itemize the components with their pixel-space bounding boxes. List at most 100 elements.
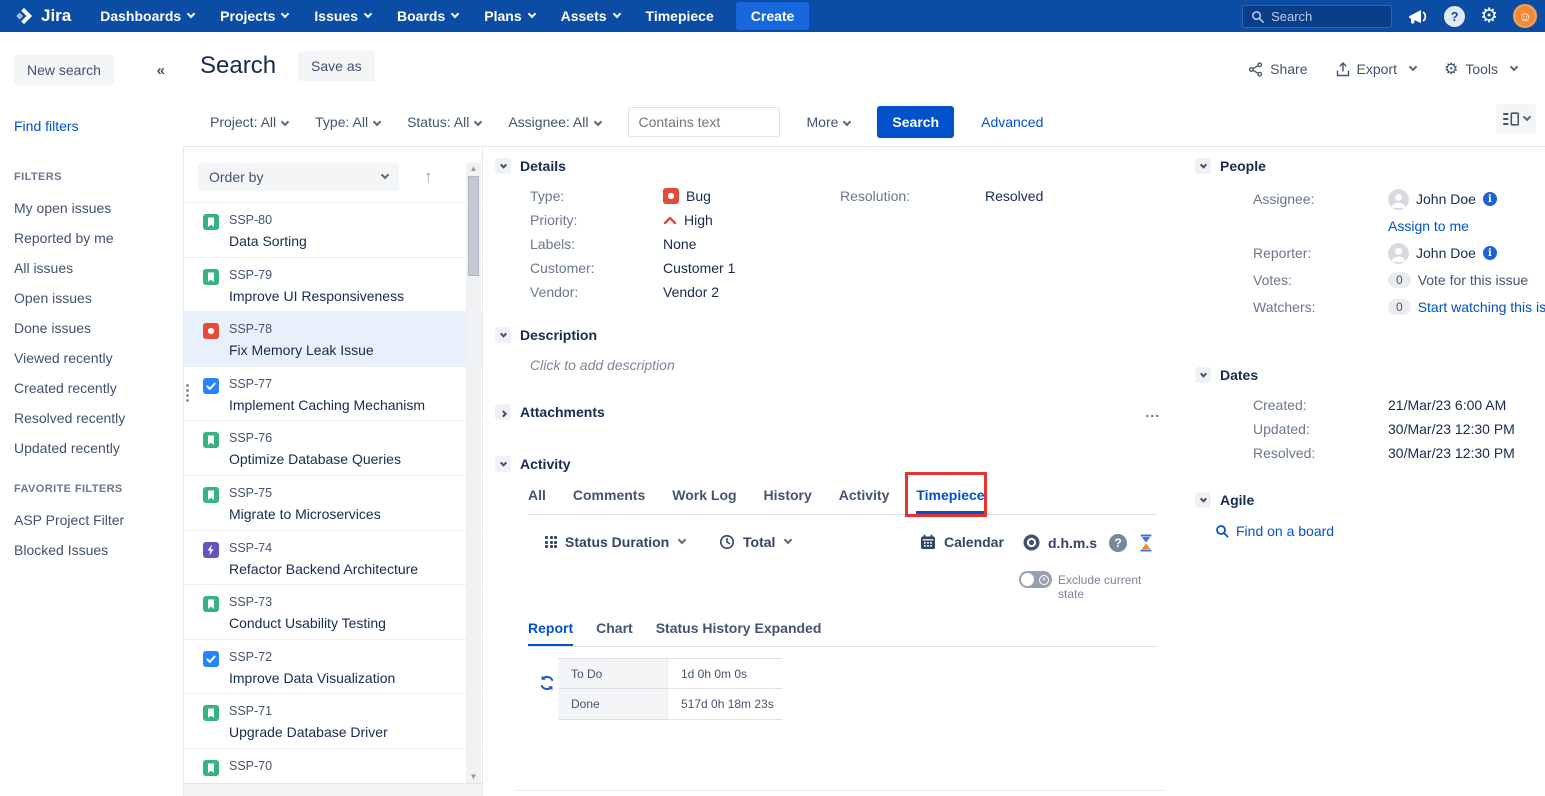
search-button[interactable]: Search [877,106,954,138]
nav-item-boards[interactable]: Boards [384,0,471,32]
nav-item-assets[interactable]: Assets [548,0,633,32]
user-avatar[interactable] [1513,4,1537,28]
collapse-chevron-icon[interactable] [495,456,511,472]
sidebar-filter-viewed-recently[interactable]: Viewed recently [14,350,169,366]
activity-tab-history[interactable]: History [764,487,812,514]
exclude-current-state-toggle[interactable] [1019,571,1052,588]
sidebar-filter-open-issues[interactable]: Open issues [14,290,169,306]
sidebar-filter-created-recently[interactable]: Created recently [14,380,169,396]
collapse-chevron-icon[interactable] [1195,158,1211,174]
nav-item-timepiece[interactable]: Timepiece [633,0,727,32]
sidebar-filter-reported-by-me[interactable]: Reported by me [14,230,169,246]
timepiece-tab-chart[interactable]: Chart [596,620,633,646]
more-filter-dropdown[interactable]: More [807,114,851,130]
gear-icon[interactable] [1480,6,1498,26]
nav-item-label: Projects [220,8,275,24]
reporter-label: Reporter: [1253,242,1388,264]
assign-to-me-link[interactable]: Assign to me [1388,218,1469,234]
scroll-down-icon[interactable] [466,771,481,783]
collapse-chevron-icon[interactable] [495,158,511,174]
layout-switcher-button[interactable] [1496,104,1536,133]
issue-row-ssp-80[interactable]: SSP-80Data Sorting [184,203,482,258]
issue-row-ssp-73[interactable]: SSP-73Conduct Usability Testing [184,585,482,640]
announcements-icon[interactable] [1407,8,1429,25]
navbar-search-input[interactable]: Search [1242,5,1392,28]
assignee-filter-dropdown[interactable]: Assignee: All [508,114,600,130]
activity-tab-all[interactable]: All [528,487,546,514]
share-icon [1248,62,1263,77]
issue-row-ssp-76[interactable]: SSP-76Optimize Database Queries [184,421,482,476]
metric-selector-dropdown[interactable]: Total [719,534,791,550]
expand-chevron-icon[interactable] [495,404,511,420]
collapse-chevron-icon[interactable] [495,327,511,343]
sidebar-favorite-asp-project-filter[interactable]: ASP Project Filter [14,512,169,528]
sidebar-filter-updated-recently[interactable]: Updated recently [14,440,169,456]
issue-row-ssp-79[interactable]: SSP-79Improve UI Responsiveness [184,258,482,313]
chevron-down-icon [474,118,482,126]
list-scrollbar[interactable] [466,163,481,783]
view-selector-dropdown[interactable]: Status Duration [545,534,685,550]
sidebar-filter-done-issues[interactable]: Done issues [14,320,169,336]
order-by-dropdown[interactable]: Order by [198,163,399,191]
nav-item-dashboards[interactable]: Dashboards [87,0,207,32]
info-icon[interactable] [1483,246,1497,260]
activity-tab-comments[interactable]: Comments [573,487,645,514]
info-icon[interactable] [1483,192,1497,206]
issue-row-ssp-78[interactable]: SSP-78Fix Memory Leak Issue [184,312,482,367]
timepiece-tab-report[interactable]: Report [528,620,573,646]
timepiece-tab-status-history-expanded[interactable]: Status History Expanded [656,620,822,646]
created-label: Created: [1253,397,1388,412]
issue-row-ssp-77[interactable]: SSP-77Implement Caching Mechanism [184,367,482,422]
help-icon[interactable] [1444,6,1465,27]
issue-text: SSP-74Refactor Backend Architecture [229,541,418,585]
task-type-icon [203,651,219,667]
sidebar-filter-resolved-recently[interactable]: Resolved recently [14,410,169,426]
status-filter-dropdown[interactable]: Status: All [407,114,481,130]
start-watching-link[interactable]: Start watching this issue [1418,299,1545,315]
attachments-more-icon[interactable]: ... [1145,404,1160,420]
panel-resize-handle[interactable] [186,384,189,387]
refresh-icon[interactable] [538,674,556,697]
collapse-chevron-icon[interactable] [1195,492,1211,508]
collapse-sidebar-icon[interactable]: « [157,62,169,79]
export-button[interactable]: Export [1336,61,1416,77]
list-footer [184,783,482,796]
advanced-link[interactable]: Advanced [981,114,1043,130]
issue-row-ssp-72[interactable]: SSP-72Improve Data Visualization [184,640,482,695]
sidebar-filter-my-open-issues[interactable]: My open issues [14,200,169,216]
scroll-up-icon[interactable] [466,163,481,175]
create-button[interactable]: Create [736,2,810,30]
find-filters-link[interactable]: Find filters [14,118,169,134]
activity-tab-timepiece[interactable]: Timepiece [916,487,984,514]
sidebar-filter-all-issues[interactable]: All issues [14,260,169,276]
nav-item-plans[interactable]: Plans [471,0,547,32]
calendar-button[interactable]: Calendar [920,534,1004,550]
issue-key: SSP-80 [229,213,307,227]
issue-row-ssp-75[interactable]: SSP-75Migrate to Microservices [184,476,482,531]
type-filter-dropdown[interactable]: Type: All [315,114,380,130]
time-format-button[interactable]: d.h.m.s [1023,534,1097,551]
issue-row-ssp-71[interactable]: SSP-71Upgrade Database Driver [184,694,482,749]
timepiece-help-icon[interactable] [1109,534,1127,552]
hourglass-icon[interactable] [1139,534,1153,552]
save-as-button[interactable]: Save as [298,51,375,81]
jira-logo[interactable]: Jira [10,6,87,26]
activity-tab-activity[interactable]: Activity [839,487,890,514]
nav-item-label: Issues [314,8,358,24]
contains-text-input[interactable] [628,107,780,137]
issue-row-ssp-74[interactable]: SSP-74Refactor Backend Architecture [184,531,482,586]
nav-item-projects[interactable]: Projects [207,0,301,32]
collapse-chevron-icon[interactable] [1195,367,1211,383]
scrollbar-thumb[interactable] [468,176,479,276]
new-search-button[interactable]: New search [14,55,114,85]
sort-direction-button[interactable] [424,167,433,187]
project-filter-dropdown[interactable]: Project: All [210,114,288,130]
tools-button[interactable]: Tools [1444,59,1517,79]
activity-tab-work-log[interactable]: Work Log [672,487,736,514]
issue-key: SSP-72 [229,650,395,664]
share-button[interactable]: Share [1248,61,1307,77]
find-on-board-link[interactable]: Find on a board [1215,523,1545,539]
nav-item-issues[interactable]: Issues [301,0,384,32]
description-placeholder[interactable]: Click to add description [530,357,1165,373]
sidebar-favorite-blocked-issues[interactable]: Blocked Issues [14,542,169,558]
